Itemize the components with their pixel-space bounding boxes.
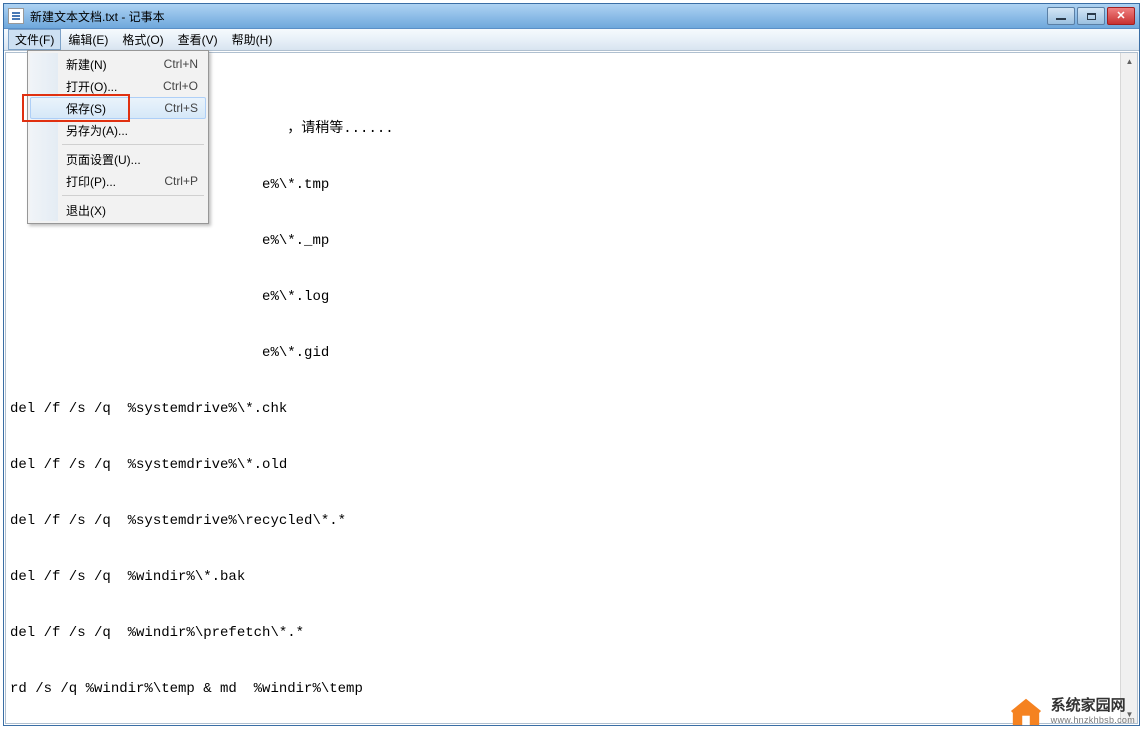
menu-item-exit[interactable]: 退出(X) [30,199,206,221]
maximize-button[interactable] [1077,7,1105,25]
close-icon: ✕ [1116,11,1125,22]
menu-item-label: 退出(X) [66,202,106,219]
menu-item-print[interactable]: 打印(P)... Ctrl+P [30,170,206,192]
menu-item-label: 另存为(A)... [66,122,128,139]
menu-item-pagesetup[interactable]: 页面设置(U)... [30,148,206,170]
maximize-icon [1087,13,1096,20]
watermark-text: 系统家园网 www.hnzkhbsb.com [1051,697,1135,726]
menu-item-label: 页面设置(U)... [66,151,141,168]
minimize-button[interactable] [1047,7,1075,25]
titlebar[interactable]: 新建文本文档.txt - 记事本 ✕ [4,4,1139,29]
file-dropdown: 新建(N) Ctrl+N 打开(O)... Ctrl+O 保存(S) Ctrl+… [27,50,209,224]
close-button[interactable]: ✕ [1107,7,1135,25]
watermark-title: 系统家园网 [1051,697,1135,715]
menu-item-new[interactable]: 新建(N) Ctrl+N [30,53,206,75]
window-title: 新建文本文档.txt - 记事本 [30,8,165,25]
app-icon [8,8,24,24]
menu-edit[interactable]: 编辑(E) [61,29,115,50]
menu-separator [62,144,204,145]
menu-item-label: 新建(N) [66,56,107,73]
menu-format[interactable]: 格式(O) [115,29,170,50]
menu-item-shortcut: Ctrl+P [164,174,198,188]
menu-item-shortcut: Ctrl+O [163,79,198,93]
vertical-scrollbar[interactable]: ▲ ▼ [1120,53,1137,723]
house-icon [1007,695,1045,727]
menu-help[interactable]: 帮助(H) [225,29,280,50]
menu-item-label: 保存(S) [66,100,106,117]
menu-file[interactable]: 文件(F) [8,29,61,50]
menu-item-label: 打开(O)... [66,78,117,95]
window-controls: ✕ [1047,7,1135,25]
watermark-url: www.hnzkhbsb.com [1051,715,1135,726]
menu-item-open[interactable]: 打开(O)... Ctrl+O [30,75,206,97]
menu-item-shortcut: Ctrl+S [164,101,198,115]
menu-item-shortcut: Ctrl+N [164,57,198,71]
menu-item-save[interactable]: 保存(S) Ctrl+S [30,97,206,119]
watermark: 系统家园网 www.hnzkhbsb.com [1007,695,1135,727]
menu-separator [62,195,204,196]
scroll-up-icon[interactable]: ▲ [1121,53,1138,70]
menu-item-label: 打印(P)... [66,173,116,190]
menu-item-saveas[interactable]: 另存为(A)... [30,119,206,141]
menu-view[interactable]: 查看(V) [171,29,225,50]
minimize-icon [1056,18,1066,20]
menubar: 文件(F) 编辑(E) 格式(O) 查看(V) 帮助(H) [4,29,1139,51]
